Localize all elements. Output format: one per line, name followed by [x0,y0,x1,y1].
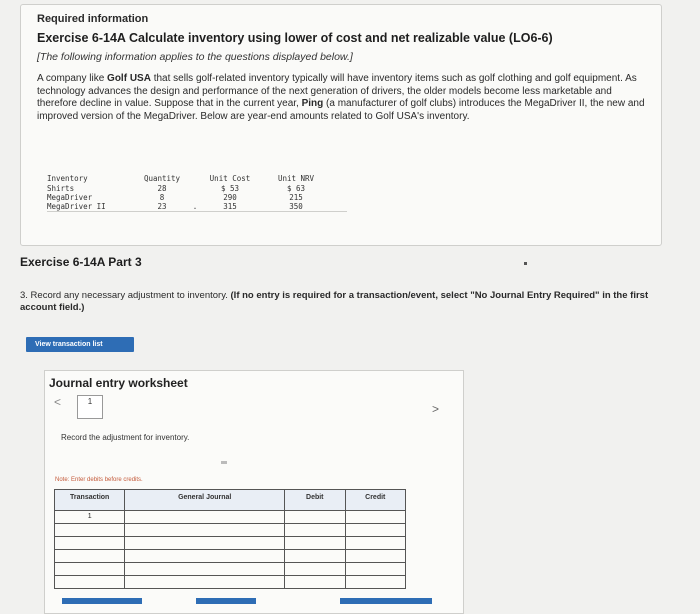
credit-field[interactable] [346,563,405,575]
exercise-title: Exercise 6-14A Calculate inventory using… [37,31,553,45]
col-unit-nrv: Unit NRV [277,174,315,183]
cell-item: Shirts [47,184,75,193]
cell-transaction [55,576,126,588]
para-ping: Ping [301,98,324,109]
inventory-header-row: Inventory Quantity Unit Cost Unit NRV [47,173,347,184]
worksheet-instruction: Record the adjustment for inventory. [61,433,190,442]
debit-field[interactable] [285,576,346,588]
journal-header-row: Transaction General Journal Debit Credit [55,490,405,511]
cell-transaction [55,550,126,562]
table-row [55,563,405,576]
table-row: MegaDriver II 23 . 315 350 [47,202,347,211]
clear-entry-button[interactable] [196,598,256,604]
required-information-panel: Required information Exercise 6-14A Calc… [20,4,662,246]
debit-field[interactable] [285,550,346,562]
chevron-right-icon[interactable]: > [432,402,439,416]
table-row: MegaDriver 8 290 215 [47,193,347,202]
credit-field[interactable] [346,524,405,536]
cell-nrv: 350 [289,202,303,211]
cell-quantity: 23 [157,202,167,211]
debit-field[interactable] [285,524,346,536]
cell-nrv: 215 [289,193,303,202]
question-main: 3. Record any necessary adjustment to in… [20,290,231,301]
problem-description: A company like Golf USA that sells golf-… [37,73,647,123]
table-row [55,524,405,537]
view-transaction-list-button[interactable]: View transaction list [26,337,134,352]
cell-cost: 290 [223,193,237,202]
cell-item: MegaDriver II [47,202,106,211]
credit-field[interactable] [346,550,405,562]
cell-transaction: 1 [55,511,126,523]
debit-field[interactable] [285,511,346,523]
journal-entry-table: Transaction General Journal Debit Credit… [54,489,406,589]
para-text-1: A company like [37,73,108,84]
worksheet-page-1[interactable]: 1 [77,395,103,419]
account-field[interactable] [125,563,286,575]
para-company: Golf USA [107,73,151,84]
col-debit: Debit [285,490,346,510]
table-row: Shirts 28 $ 53 $ 63 [47,184,347,193]
table-row [55,550,405,563]
account-field[interactable] [125,576,286,588]
col-unit-cost: Unit Cost [209,174,251,183]
cursor-mark-icon [221,461,227,464]
table-row [55,576,405,588]
expand-caret-icon[interactable] [524,262,527,265]
col-inventory: Inventory [47,174,88,183]
cell-cost: $ 53 [220,184,240,193]
part-title: Exercise 6-14A Part 3 [20,255,142,269]
credit-field[interactable] [346,511,405,523]
cell-item: MegaDriver [47,193,93,202]
col-general-journal: General Journal [125,490,286,510]
credit-field[interactable] [346,537,405,549]
cell-quantity: 28 [157,184,167,193]
account-field[interactable] [125,524,286,536]
table-row [55,537,405,550]
intro-note: [The following information applies to th… [37,51,353,63]
col-quantity: Quantity [143,174,181,183]
required-information-label: Required information [37,13,149,25]
account-field[interactable] [125,511,286,523]
worksheet-note: Note: Enter debits before credits. [55,477,143,483]
account-field[interactable] [125,537,286,549]
table-row: 1 [55,511,405,524]
credit-field[interactable] [346,576,405,588]
question-text: 3. Record any necessary adjustment to in… [20,290,660,313]
debit-field[interactable] [285,563,346,575]
cell-nrv: $ 63 [286,184,306,193]
cell-transaction [55,524,126,536]
cell-transaction [55,563,126,575]
chevron-left-icon[interactable]: < [54,395,61,409]
view-general-journal-button[interactable] [340,598,432,604]
cell-quantity: 8 [159,193,165,202]
cell-cost: 315 [223,202,237,211]
record-entry-button[interactable] [62,598,142,604]
col-credit: Credit [365,494,386,501]
inventory-table: Inventory Quantity Unit Cost Unit NRV Sh… [47,173,347,212]
account-field[interactable] [125,550,286,562]
worksheet-title: Journal entry worksheet [49,376,188,390]
cell-transaction [55,537,126,549]
debit-field[interactable] [285,537,346,549]
cell-dot: . [192,202,198,211]
col-transaction: Transaction [55,490,126,510]
